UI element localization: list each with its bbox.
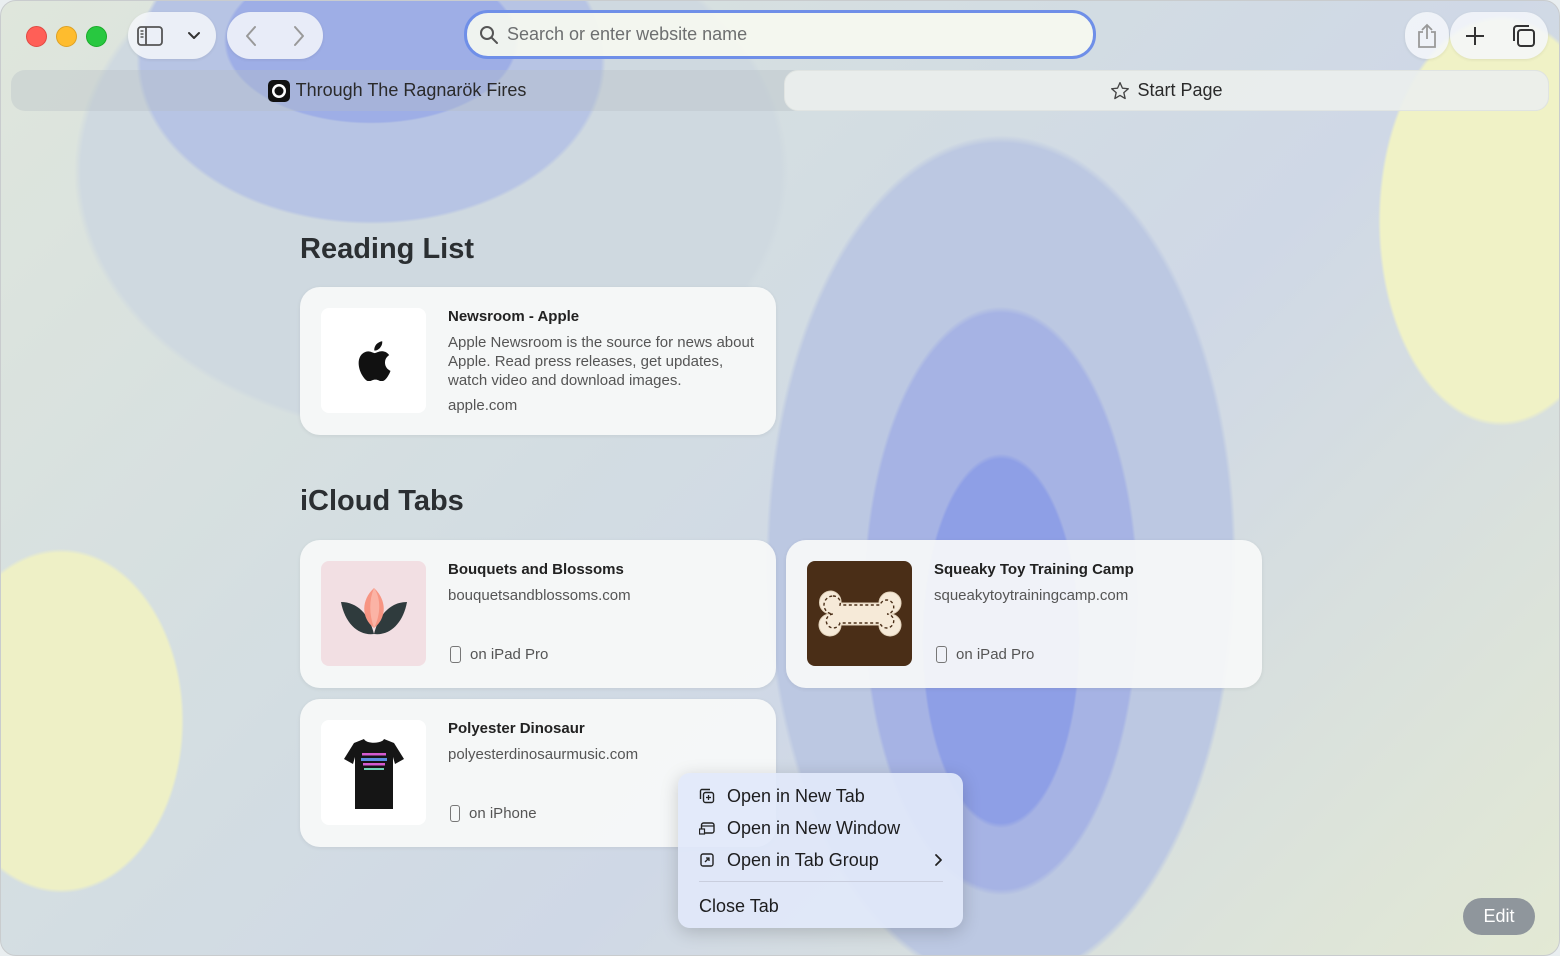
iphone-icon xyxy=(450,805,460,822)
menu-item-open-tab-group[interactable]: Open in Tab Group xyxy=(699,848,944,872)
forward-button[interactable] xyxy=(285,22,313,50)
context-menu: Open in New Tab Open in New Window Open … xyxy=(678,773,963,928)
close-window-button[interactable] xyxy=(26,26,47,47)
star-icon xyxy=(1111,81,1130,99)
ipad-icon xyxy=(450,646,461,663)
menu-item-open-new-window[interactable]: Open in New Window xyxy=(699,816,900,840)
tab-group-icon xyxy=(700,853,714,867)
tshirt-thumbnail xyxy=(321,720,426,825)
address-bar[interactable] xyxy=(464,10,1096,59)
navigation-control xyxy=(227,12,323,59)
device-info: on iPad Pro xyxy=(936,646,1034,663)
item-title: Polyester Dinosaur xyxy=(448,720,585,737)
tab-overview-icon xyxy=(1512,24,1535,47)
sidebar-control xyxy=(128,12,216,59)
chevron-down-icon xyxy=(188,31,200,39)
menu-item-close-tab[interactable]: Close Tab xyxy=(699,894,779,918)
ipad-icon xyxy=(936,646,947,663)
new-window-icon xyxy=(699,822,715,835)
search-input[interactable] xyxy=(505,23,1069,46)
back-button[interactable] xyxy=(237,22,265,50)
menu-label: Close Tab xyxy=(699,895,779,916)
tab-label: Start Page xyxy=(1137,80,1223,100)
chevron-left-icon xyxy=(246,25,256,46)
tshirt-icon xyxy=(343,738,404,809)
tab-ragnarok[interactable]: Through The Ragnarök Fires xyxy=(11,70,783,111)
apple-logo-icon xyxy=(358,340,390,381)
menu-label: Open in New Window xyxy=(727,817,901,838)
item-title: Bouquets and Blossoms xyxy=(448,561,624,578)
item-description: Apple Newsroom is the source for news ab… xyxy=(448,334,754,389)
item-url: bouquetsandblossoms.com xyxy=(448,587,631,604)
chevron-right-icon xyxy=(935,854,942,866)
icloud-tab-card[interactable]: Squeaky Toy Training Camp squeakytoytrai… xyxy=(786,540,1262,688)
lotus-flower-icon xyxy=(340,587,407,634)
device-info: on iPad Pro xyxy=(450,646,548,663)
new-tab-button[interactable] xyxy=(1461,22,1489,50)
minimize-window-button[interactable] xyxy=(56,26,77,47)
zoom-window-button[interactable] xyxy=(86,26,107,47)
reading-list-thumbnail xyxy=(321,308,426,413)
edit-button[interactable]: Edit xyxy=(1463,898,1535,935)
safari-window: Through The Ragnarök Fires Start Page Re… xyxy=(0,0,1560,956)
device-info: on iPhone xyxy=(450,805,537,822)
tab-label: Through The Ragnarök Fires xyxy=(295,80,527,100)
device-label: on iPad Pro xyxy=(470,646,549,663)
site-favicon-icon xyxy=(267,79,290,102)
chevron-right-icon xyxy=(294,25,304,46)
bone-thumbnail xyxy=(807,561,912,666)
new-tab-icon xyxy=(699,788,715,804)
item-title: Squeaky Toy Training Camp xyxy=(934,561,1134,578)
plus-icon xyxy=(1465,26,1484,45)
menu-item-open-new-tab[interactable]: Open in New Tab xyxy=(699,784,865,808)
tab-bar: Through The Ragnarök Fires Start Page xyxy=(11,70,1549,111)
flower-thumbnail xyxy=(321,561,426,666)
icloud-tabs-heading: iCloud Tabs xyxy=(300,485,464,517)
tab-groups-menu-button[interactable] xyxy=(180,22,208,50)
item-url: squeakytoytrainingcamp.com xyxy=(934,587,1129,604)
search-icon xyxy=(480,25,498,44)
menu-label: Open in Tab Group xyxy=(727,849,879,870)
tab-start-page[interactable]: Start Page xyxy=(784,70,1549,111)
item-title: Newsroom - Apple xyxy=(448,308,580,325)
sidebar-icon xyxy=(137,25,163,46)
item-url: apple.com xyxy=(448,397,518,414)
menu-separator xyxy=(699,881,943,882)
reading-list-heading: Reading List xyxy=(300,233,475,265)
icloud-tab-card[interactable]: Bouquets and Blossoms bouquetsandblossom… xyxy=(300,540,776,688)
menu-label: Open in New Tab xyxy=(727,785,865,806)
device-label: on iPhone xyxy=(469,805,537,822)
share-icon xyxy=(1418,23,1436,48)
dog-bone-icon xyxy=(818,589,901,636)
tab-controls xyxy=(1450,12,1548,59)
sidebar-toggle-button[interactable] xyxy=(136,22,164,50)
share-button[interactable] xyxy=(1413,22,1441,50)
device-label: on iPad Pro xyxy=(956,646,1035,663)
reading-list-item[interactable]: Newsroom - Apple Apple Newsroom is the s… xyxy=(300,287,776,435)
share-control xyxy=(1405,12,1449,59)
item-url: polyesterdinosaurmusic.com xyxy=(448,746,639,763)
tab-overview-button[interactable] xyxy=(1510,22,1538,50)
